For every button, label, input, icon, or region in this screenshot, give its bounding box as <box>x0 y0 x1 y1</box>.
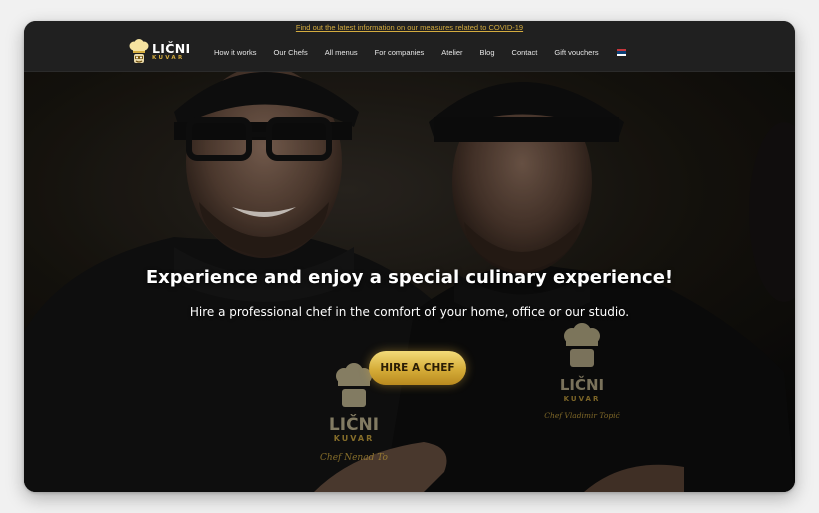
nav-item-blog[interactable]: Blog <box>480 48 495 57</box>
logo-subtitle: KUVAR <box>152 55 185 61</box>
covid-info-link[interactable]: Find out the latest information on our m… <box>296 23 523 32</box>
nav-item-gift-vouchers[interactable]: Gift vouchers <box>554 48 598 57</box>
nav-item-all-menus[interactable]: All menus <box>325 48 358 57</box>
serbian-flag-icon[interactable] <box>616 49 626 56</box>
main-navigation: How it works Our Chefs All menus For com… <box>214 34 626 71</box>
nav-item-for-companies[interactable]: For companies <box>375 48 425 57</box>
browser-frame: Find out the latest information on our m… <box>24 21 795 492</box>
navbar: LIČNI KUVAR How it works Our Chefs All m… <box>24 34 795 72</box>
nav-item-atelier[interactable]: Atelier <box>441 48 462 57</box>
hire-a-chef-button[interactable]: HIRE A CHEF <box>369 351 466 385</box>
hero-section: LIČNI KUVAR Chef Nenad To LIČNI KUVAR Ch… <box>24 72 795 492</box>
nav-item-contact[interactable]: Contact <box>512 48 538 57</box>
announcement-bar: Find out the latest information on our m… <box>24 21 795 34</box>
hero-title: Experience and enjoy a special culinary … <box>145 267 674 288</box>
hero-subtitle: Hire a professional chef in the comfort … <box>189 305 630 319</box>
nav-item-our-chefs[interactable]: Our Chefs <box>274 48 308 57</box>
site-logo[interactable]: LIČNI KUVAR <box>129 37 190 67</box>
nav-item-how-it-works[interactable]: How it works <box>214 48 257 57</box>
chef-hat-logo-icon <box>129 39 149 63</box>
logo-wordmark: LIČNI <box>152 40 191 56</box>
